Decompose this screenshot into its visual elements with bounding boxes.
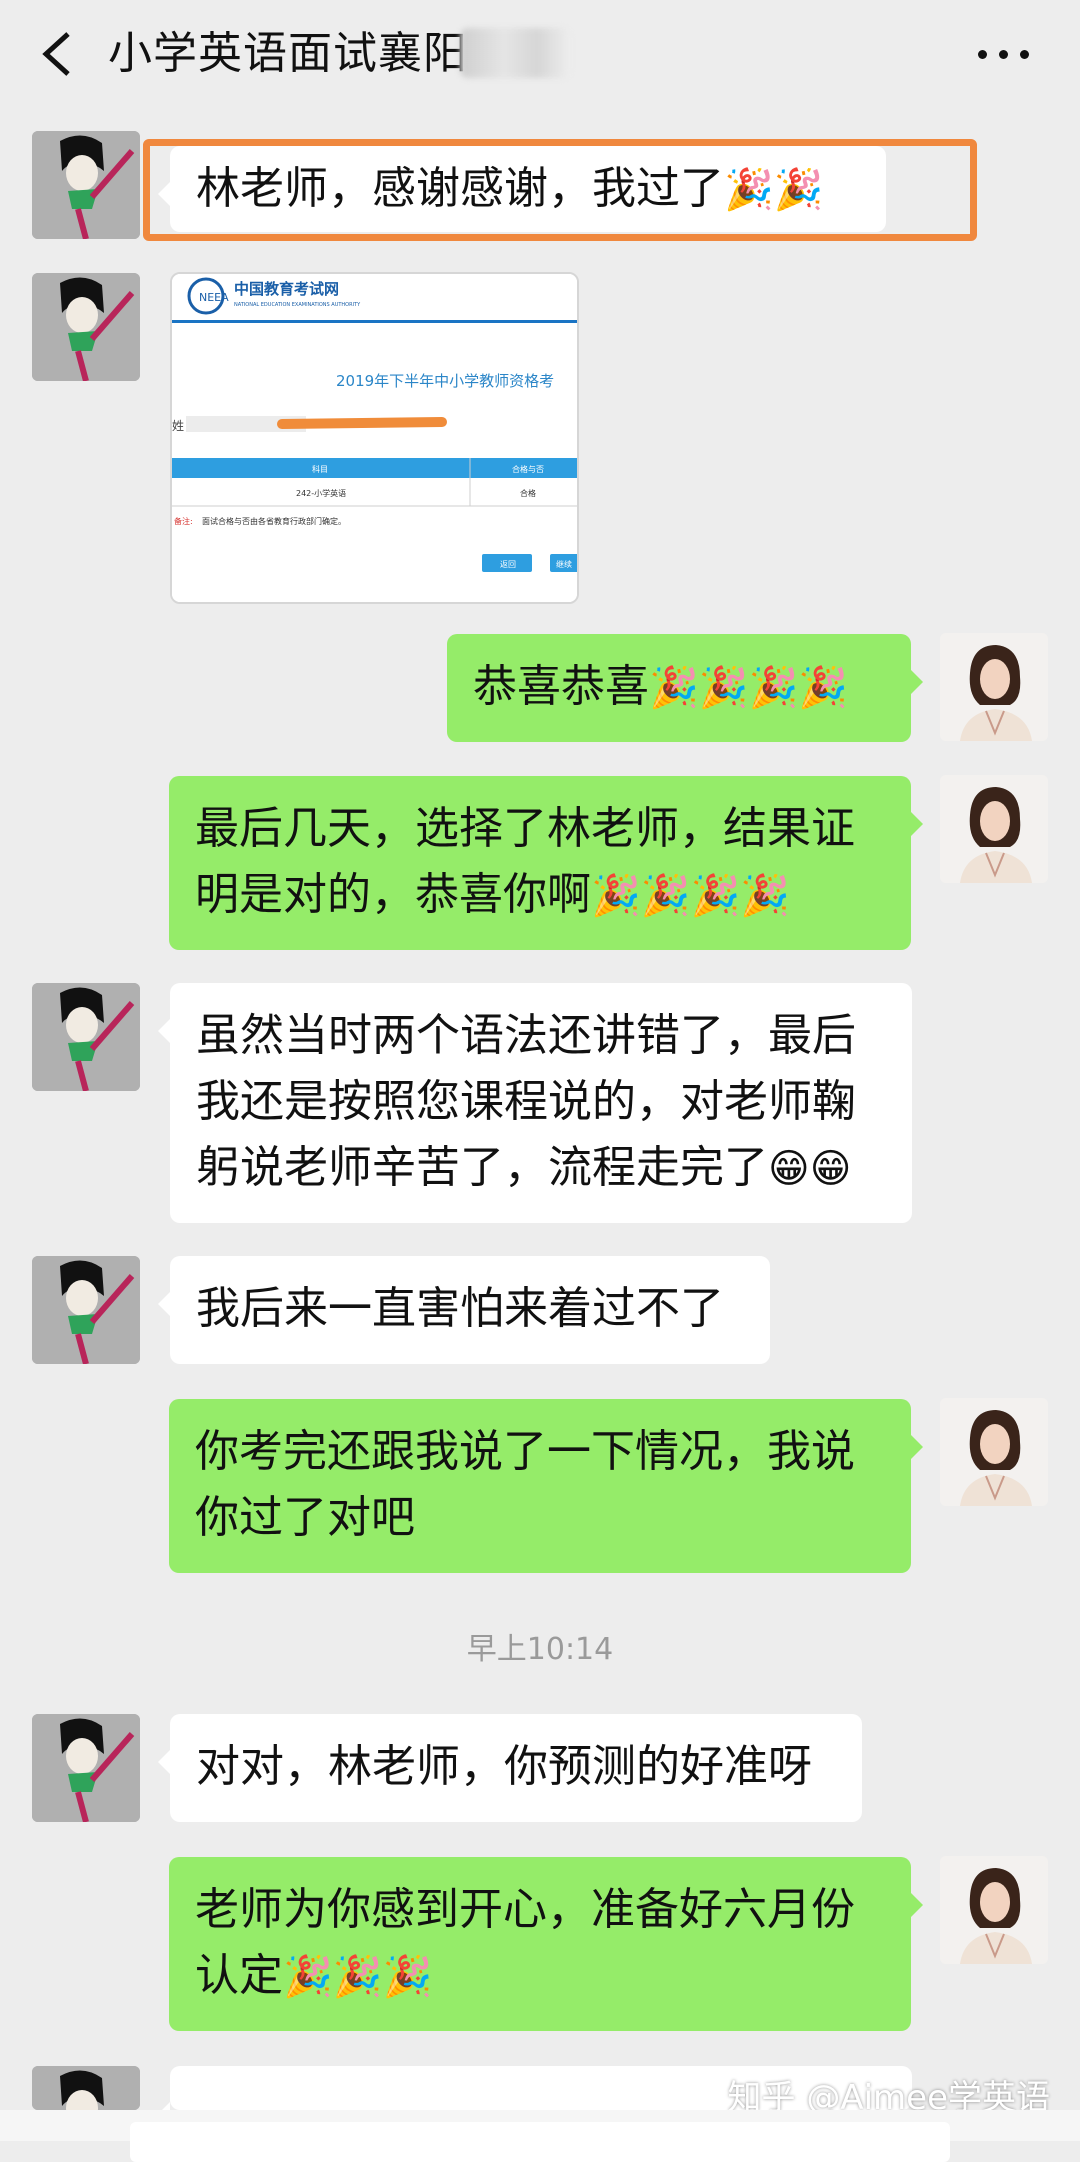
svg-text:姓: 姓 — [172, 419, 184, 433]
svg-text:242-小学英语: 242-小学英语 — [296, 488, 346, 498]
svg-text:合格: 合格 — [520, 488, 536, 498]
svg-text:备注:: 备注: — [174, 516, 193, 526]
chat-title: 小学英语面试襄阳 — [108, 28, 468, 79]
svg-text:NATIONAL EDUCATION EXAMINATION: NATIONAL EDUCATION EXAMINATIONS AUTHORIT… — [234, 302, 361, 308]
message-bubble-sent: 恭喜恭喜🎉🎉🎉🎉 — [447, 634, 923, 742]
message-bubble-sent: 你考完还跟我说了一下情况，我说你过了对吧 — [169, 1399, 923, 1573]
contact-avatar[interactable] — [32, 131, 140, 239]
contact-avatar[interactable] — [32, 1256, 140, 1364]
message-text: 虽然当时两个语法还讲错了，最后我还是按照您课程说的，对老师鞠躬说老师辛苦了，流程… — [196, 1010, 856, 1193]
contact-avatar[interactable] — [32, 1714, 140, 1822]
svg-text:NEEA: NEEA — [199, 291, 229, 304]
blurred-title-part — [460, 28, 570, 78]
message-bubble-received: 虽然当时两个语法还讲错了，最后我还是按照您课程说的，对老师鞠躬说老师辛苦了，流程… — [158, 983, 912, 1223]
message-bubble-sent: 老师为你感到开心，准备好六月份认定🎉🎉🎉 — [169, 1857, 923, 2031]
message-input[interactable] — [130, 2122, 950, 2162]
party-popper-emoji: 🎉🎉🎉🎉 — [649, 665, 849, 711]
message-bubble-received: 对对，林老师，你预测的好准呀 — [158, 1714, 862, 1822]
contact-avatar[interactable] — [32, 983, 140, 1091]
input-bar — [0, 2110, 1080, 2162]
timestamp-separator: 早上10:14 — [466, 1632, 614, 1667]
user-avatar[interactable] — [940, 1856, 1048, 1964]
message-text: 你考完还跟我说了一下情况，我说你过了对吧 — [195, 1426, 855, 1543]
svg-text:返回: 返回 — [500, 560, 516, 569]
user-avatar[interactable] — [940, 1398, 1048, 1506]
result-heading: 2019年下半年中小学教师资格考 — [336, 372, 554, 390]
svg-text:科目: 科目 — [312, 464, 328, 474]
party-popper-emoji: 🎉🎉🎉🎉 — [591, 873, 791, 919]
svg-text:合格与否: 合格与否 — [512, 464, 544, 474]
message-text: 恭喜恭喜 — [473, 661, 649, 712]
message-bubble-received: 我后来一直害怕来着过不了 — [158, 1256, 770, 1364]
image-message[interactable]: NEEA 中国教育考试网 NATIONAL EDUCATION EXAMINAT… — [170, 272, 579, 604]
highlight-frame — [143, 139, 977, 241]
message-bubble-sent: 最后几天，选择了林老师，结果证明是对的，恭喜你啊🎉🎉🎉🎉 — [169, 776, 923, 950]
message-text: 对对，林老师，你预测的好准呀 — [196, 1741, 812, 1792]
svg-text:面试合格与否由各省教育行政部门确定。: 面试合格与否由各省教育行政部门确定。 — [202, 516, 346, 526]
site-name: 中国教育考试网 — [234, 280, 339, 298]
grinning-face-emoji: 😁😁 — [768, 1146, 852, 1192]
contact-avatar[interactable] — [32, 273, 140, 381]
user-avatar[interactable] — [940, 633, 1048, 741]
party-popper-emoji: 🎉🎉🎉 — [283, 1954, 433, 2000]
back-arrow-icon[interactable] — [38, 30, 78, 78]
svg-text:继续: 继续 — [556, 559, 572, 569]
user-avatar[interactable] — [940, 775, 1048, 883]
chat-header: 小学英语面试襄阳 — [0, 0, 1080, 106]
more-options-icon[interactable] — [978, 40, 1030, 68]
contact-avatar[interactable] — [32, 2066, 140, 2110]
message-text: 我后来一直害怕来着过不了 — [196, 1283, 724, 1334]
